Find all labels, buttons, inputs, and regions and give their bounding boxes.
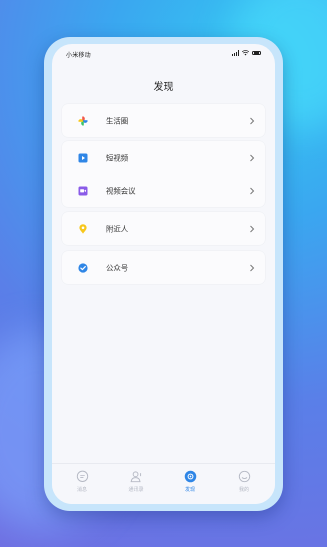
- tab-me[interactable]: 我的: [224, 470, 264, 493]
- chevron-right-icon: [250, 154, 255, 161]
- signal-icon: [232, 50, 240, 56]
- status-bar: 小米移动: [52, 44, 275, 60]
- chat-bubble-icon: [76, 470, 88, 482]
- contacts-icon: [130, 471, 141, 483]
- background: 小米移动 发现 生活圈 短视频 视频会议 附近人 公众号 消息 通讯录 发现 我…: [0, 0, 327, 547]
- tab-label: 我的: [238, 487, 249, 493]
- menu-item-official-account[interactable]: 公众号: [62, 251, 265, 284]
- menu-item-life-circle[interactable]: 生活圈: [62, 104, 265, 137]
- tab-label: 发现: [184, 487, 195, 493]
- menu-group-nearby: 附近人: [62, 212, 265, 245]
- video-play-icon: [78, 153, 88, 162]
- bottom-tab-bar: 消息 通讯录 发现 我的: [52, 463, 275, 504]
- menu-item-label: 视频会议: [106, 186, 136, 195]
- menu-group-video: 短视频 视频会议: [62, 141, 265, 207]
- tab-label: 消息: [76, 487, 87, 493]
- status-icons: [232, 50, 261, 56]
- tab-discover[interactable]: 发现: [170, 470, 210, 493]
- chevron-right-icon: [250, 187, 255, 194]
- wifi-icon: [242, 50, 249, 56]
- chevron-right-icon: [250, 117, 255, 124]
- battery-icon: [252, 50, 261, 56]
- menu-item-label: 生活圈: [106, 116, 129, 125]
- profile-face-icon: [238, 470, 250, 483]
- phone-screen: 小米移动 发现 生活圈 短视频 视频会议 附近人 公众号 消息 通讯录 发现 我…: [52, 44, 275, 504]
- phone-frame: 小米移动 发现 生活圈 短视频 视频会议 附近人 公众号 消息 通讯录 发现 我…: [44, 37, 283, 511]
- menu-group-official: 公众号: [62, 251, 265, 284]
- menu-item-label: 公众号: [106, 263, 129, 272]
- menu-item-video-meeting[interactable]: 视频会议: [62, 174, 265, 207]
- menu-item-nearby-people[interactable]: 附近人: [62, 212, 265, 245]
- page-title: 发现: [153, 82, 174, 93]
- menu-group-life: 生活圈: [62, 104, 265, 137]
- chevron-right-icon: [250, 225, 255, 232]
- tab-contacts[interactable]: 通讯录: [116, 470, 156, 493]
- location-pin-icon: [79, 223, 87, 234]
- chevron-right-icon: [250, 264, 255, 271]
- menu-item-short-video[interactable]: 短视频: [62, 141, 265, 174]
- tab-label: 通讯录: [128, 487, 144, 493]
- video-meeting-icon: [78, 186, 88, 195]
- menu-item-label: 附近人: [106, 224, 129, 233]
- menu-item-label: 短视频: [106, 153, 129, 162]
- tab-messages[interactable]: 消息: [62, 470, 102, 493]
- carrier-label: 小米移动: [66, 52, 91, 59]
- verified-badge-icon: [78, 262, 88, 273]
- discover-icon: [184, 470, 196, 483]
- pinwheel-icon: [78, 116, 88, 125]
